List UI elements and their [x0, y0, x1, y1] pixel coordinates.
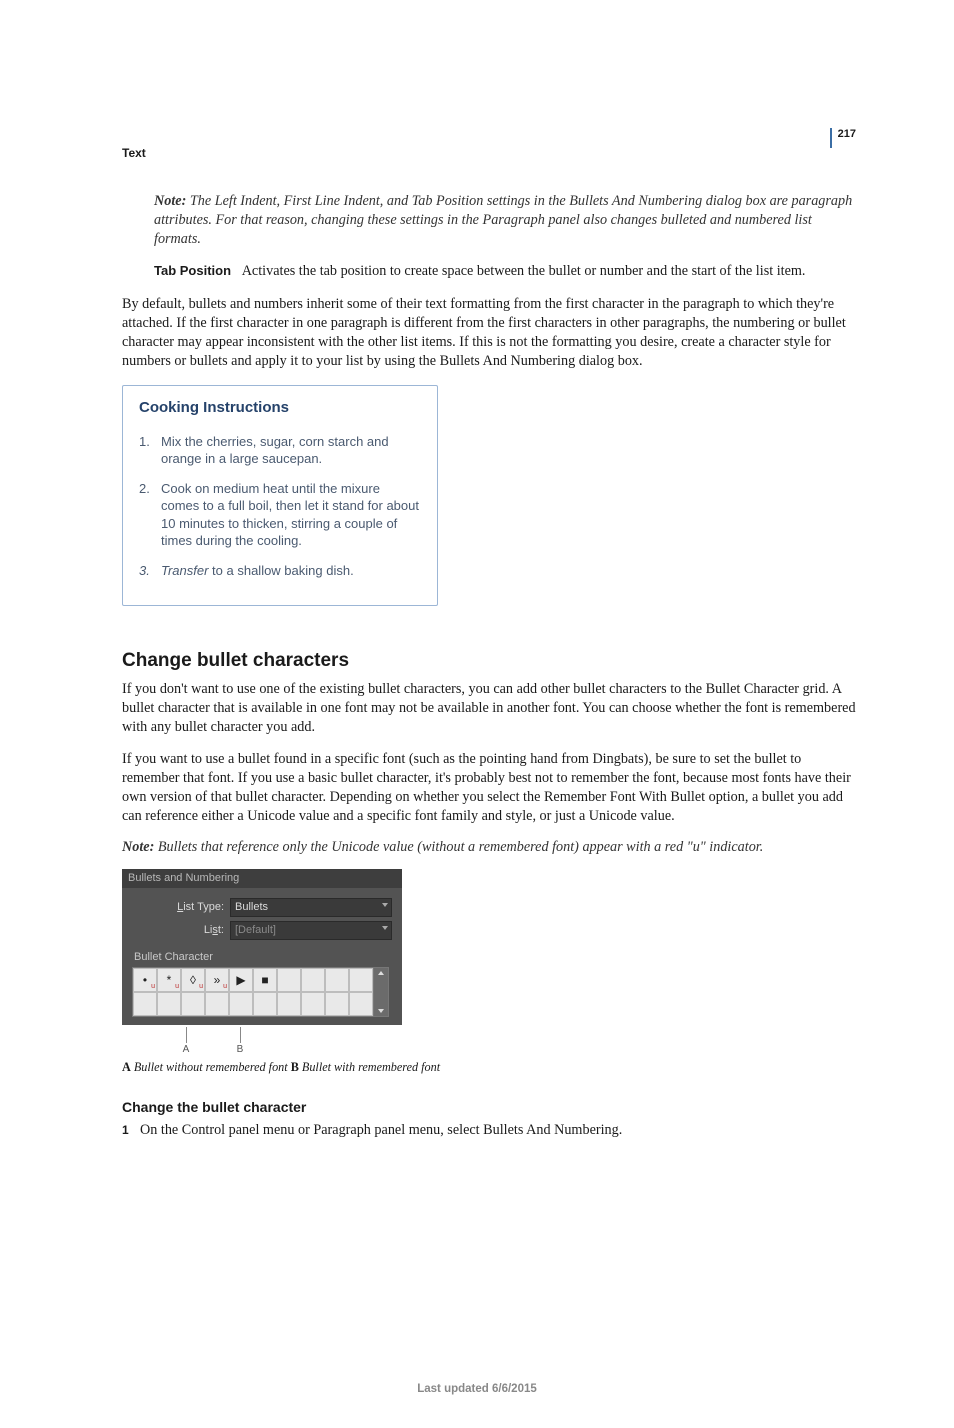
- select-list-type-value: Bullets: [235, 900, 268, 915]
- select-list-type[interactable]: Bullets: [230, 898, 392, 917]
- bullet-grid-scrollbar[interactable]: [374, 967, 389, 1017]
- row-list-type: List Type: Bullets: [132, 898, 392, 917]
- paragraph-inherit-formatting: By default, bullets and numbers inherit …: [122, 295, 856, 372]
- figure1-item-2: 2. Cook on medium heat until the mixure …: [139, 480, 421, 550]
- tab-position-definition: Tab Position Activates the tab position …: [154, 262, 856, 281]
- figure-bullets-numbering-panel: Bullets and Numbering List Type: Bullets…: [122, 869, 402, 1055]
- bullet-glyph-cell[interactable]: [277, 992, 301, 1016]
- figure1-item-number: 1.: [139, 433, 161, 468]
- label-list-type: List Type:: [132, 900, 230, 915]
- bullet-glyph-cell[interactable]: ▶: [229, 968, 253, 992]
- panel-body: List Type: Bullets List: [Default] Bulle…: [122, 888, 402, 1025]
- bullet-glyph-cell[interactable]: [277, 968, 301, 992]
- bullet-glyph-cell[interactable]: ◊u: [181, 968, 205, 992]
- section-label: Text: [122, 145, 146, 161]
- figure2-caption: A Bullet without remembered font B Bulle…: [122, 1059, 856, 1075]
- figure2-callouts: A B: [122, 1027, 402, 1055]
- footer-last-updated: Last updated 6/6/2015: [0, 1382, 954, 1398]
- chevron-down-icon: [382, 926, 388, 930]
- caption-letter-b: B: [291, 1060, 299, 1074]
- bullet-glyph-cell[interactable]: *u: [157, 968, 181, 992]
- figure1-item-text: Mix the cherries, sugar, corn starch and…: [161, 433, 421, 468]
- note-text: Bullets that reference only the Unicode …: [158, 839, 763, 855]
- caption-letter-a: A: [122, 1060, 131, 1074]
- bullet-glyph-cell[interactable]: ■: [253, 968, 277, 992]
- page-number-wrap: 217: [830, 128, 856, 148]
- panel-title: Bullets and Numbering: [122, 869, 402, 888]
- bullet-glyph-cell[interactable]: [325, 968, 349, 992]
- bullet-glyph-cell[interactable]: [157, 992, 181, 1016]
- figure1-item-number: 3.: [139, 562, 161, 580]
- callout-b: B: [237, 1043, 244, 1057]
- label-bullet-character: Bullet Character: [134, 950, 392, 965]
- step-text: On the Control panel menu or Paragraph p…: [140, 1121, 856, 1140]
- term-description: Activates the tab position to create spa…: [242, 263, 806, 279]
- subheading-change-bullet-character: Change the bullet character: [122, 1098, 856, 1117]
- figure1-item-text: Transfer to a shallow baking dish.: [161, 562, 421, 580]
- note-label: Note:: [122, 839, 154, 855]
- select-list[interactable]: [Default]: [230, 921, 392, 940]
- step-number: 1: [122, 1122, 140, 1140]
- figure1-item-number: 2.: [139, 480, 161, 550]
- figure-cooking-instructions: Cooking Instructions 1. Mix the cherries…: [122, 385, 438, 606]
- note-indent-settings: Note: The Left Indent, First Line Indent…: [154, 192, 856, 250]
- bullet-glyph-cell[interactable]: [205, 992, 229, 1016]
- bullet-glyph-cell[interactable]: [349, 992, 373, 1016]
- bullet-glyph-cell[interactable]: »u: [205, 968, 229, 992]
- bullet-glyph-cell[interactable]: [349, 968, 373, 992]
- note-red-u-indicator: Note: Bullets that reference only the Un…: [122, 838, 856, 857]
- note-text: The Left Indent, First Line Indent, and …: [154, 193, 852, 247]
- scroll-down-icon: [378, 1009, 384, 1013]
- bullet-character-grid-wrap: •u *u ◊u »u ▶ ■: [132, 967, 392, 1017]
- figure1-item-text: Cook on medium heat until the mixure com…: [161, 480, 421, 550]
- figure1-item-1: 1. Mix the cherries, sugar, corn starch …: [139, 433, 421, 468]
- bullet-glyph-cell[interactable]: [325, 992, 349, 1016]
- bullet-glyph-cell[interactable]: [301, 968, 325, 992]
- bullet-character-grid: •u *u ◊u »u ▶ ■: [132, 967, 374, 1017]
- figure1-item-3: 3. Transfer to a shallow baking dish.: [139, 562, 421, 580]
- note-label: Note:: [154, 193, 186, 209]
- bullet-glyph-cell[interactable]: [181, 992, 205, 1016]
- term-tab-position: Tab Position: [154, 263, 231, 278]
- paragraph-remember-font: If you want to use a bullet found in a s…: [122, 750, 856, 827]
- bullet-glyph-cell[interactable]: [229, 992, 253, 1016]
- page-number: 217: [838, 128, 856, 140]
- row-list: List: [Default]: [132, 921, 392, 940]
- paragraph-bullet-grid: If you don't want to use one of the exis…: [122, 680, 856, 738]
- callout-a: A: [183, 1043, 190, 1057]
- bullet-glyph-cell[interactable]: [133, 992, 157, 1016]
- step-1: 1 On the Control panel menu or Paragraph…: [122, 1121, 856, 1140]
- bullet-glyph-cell[interactable]: •u: [133, 968, 157, 992]
- chevron-down-icon: [382, 903, 388, 907]
- figure1-title: Cooking Instructions: [139, 398, 421, 418]
- heading-change-bullet-characters: Change bullet characters: [122, 648, 856, 674]
- scroll-up-icon: [378, 971, 384, 975]
- bullet-glyph-cell[interactable]: [301, 992, 325, 1016]
- bullet-glyph-cell[interactable]: [253, 992, 277, 1016]
- select-list-value: [Default]: [235, 923, 276, 938]
- label-list: List:: [132, 923, 230, 938]
